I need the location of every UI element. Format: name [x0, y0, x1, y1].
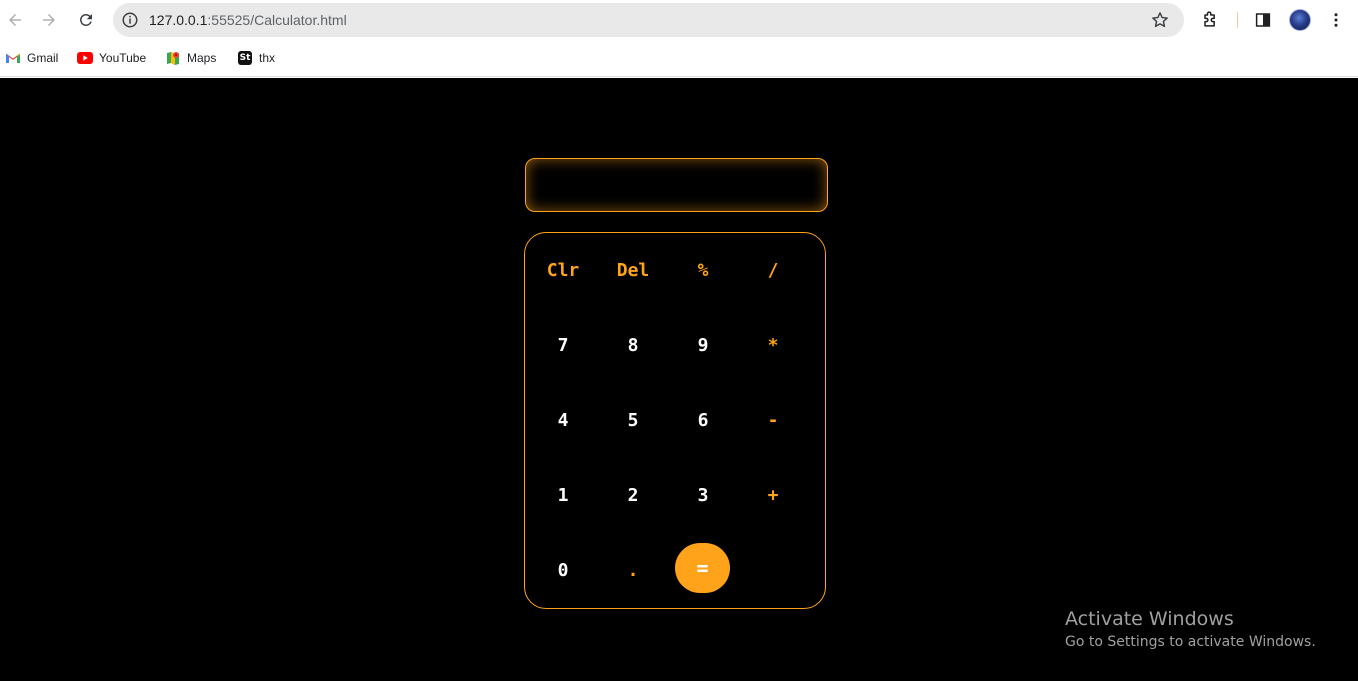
bookmark-maps[interactable]: Maps [165, 49, 216, 67]
plus-button[interactable]: + [745, 470, 801, 520]
url-path: :55525/Calculator.html [207, 12, 347, 28]
youtube-icon [77, 50, 93, 66]
activate-windows-watermark: Activate Windows Go to Settings to activ… [1065, 608, 1316, 652]
bookmark-label: Gmail [27, 51, 59, 65]
digit-5-button[interactable]: 5 [605, 395, 661, 445]
url-text[interactable]: 127.0.0.1:55525/Calculator.html [149, 12, 347, 28]
percent-button[interactable]: % [675, 245, 731, 295]
digit-4-button[interactable]: 4 [535, 395, 591, 445]
toolbar-separator [1237, 12, 1238, 28]
digit-6-button[interactable]: 6 [675, 395, 731, 445]
multiply-button[interactable]: * [745, 320, 801, 370]
delete-button[interactable]: Del [605, 245, 661, 295]
bookmark-gmail[interactable]: Gmail [5, 49, 58, 67]
calculator-display[interactable] [525, 158, 828, 212]
puzzle-icon [1204, 11, 1215, 27]
digit-7-button[interactable]: 7 [535, 320, 591, 370]
address-bar[interactable]: 127.0.0.1:55525/Calculator.html [113, 3, 1184, 37]
divide-button[interactable]: / [745, 245, 801, 295]
forward-button[interactable] [37, 8, 61, 32]
bookmarks-bar: Gmail YouTube Maps St thx [0, 40, 1358, 77]
st-icon: St [237, 50, 253, 66]
minus-button[interactable]: - [745, 395, 801, 445]
bookmark-thx[interactable]: St thx [237, 49, 275, 67]
digit-8-button[interactable]: 8 [605, 320, 661, 370]
bookmark-label: thx [259, 51, 276, 65]
back-button[interactable] [3, 8, 27, 32]
digit-0-button[interactable]: 0 [535, 545, 591, 595]
reload-icon [80, 13, 92, 26]
menu-button[interactable] [1325, 9, 1347, 31]
side-panel-button[interactable] [1252, 9, 1274, 31]
page-content: Clr Del % / 7 8 9 * 4 5 6 - 1 2 3 + 0 . … [0, 78, 1358, 681]
url-host: 127.0.0.1 [149, 12, 208, 28]
side-panel-icon [1255, 13, 1271, 27]
clear-button[interactable]: Clr [535, 245, 591, 295]
watermark-title: Activate Windows [1065, 608, 1234, 630]
bookmark-label: Maps [187, 51, 217, 65]
bookmark-youtube[interactable]: YouTube [77, 49, 146, 67]
calculator-keypad: Clr Del % / 7 8 9 * 4 5 6 - 1 2 3 + 0 . … [524, 232, 826, 609]
digit-9-button[interactable]: 9 [675, 320, 731, 370]
digit-1-button[interactable]: 1 [535, 470, 591, 520]
watermark-subtitle: Go to Settings to activate Windows. [1065, 634, 1316, 650]
browser-toolbar: 127.0.0.1:55525/Calculator.html [0, 0, 1358, 40]
info-icon[interactable] [121, 11, 139, 29]
bookmark-label: YouTube [99, 51, 147, 65]
reload-button[interactable] [74, 8, 98, 32]
arrow-left-icon [9, 14, 21, 26]
equals-button[interactable]: = [675, 543, 730, 593]
profile-avatar[interactable] [1289, 9, 1311, 31]
gmail-icon [5, 50, 21, 66]
st-icon-text: St [238, 51, 252, 65]
digit-2-button[interactable]: 2 [605, 470, 661, 520]
digit-3-button[interactable]: 3 [675, 470, 731, 520]
maps-icon [165, 50, 181, 66]
decimal-point-button[interactable]: . [605, 545, 661, 595]
arrow-right-icon [43, 14, 55, 26]
extensions-button[interactable] [1199, 9, 1221, 31]
star-icon[interactable] [1150, 10, 1170, 30]
more-vertical-icon [1334, 13, 1338, 27]
